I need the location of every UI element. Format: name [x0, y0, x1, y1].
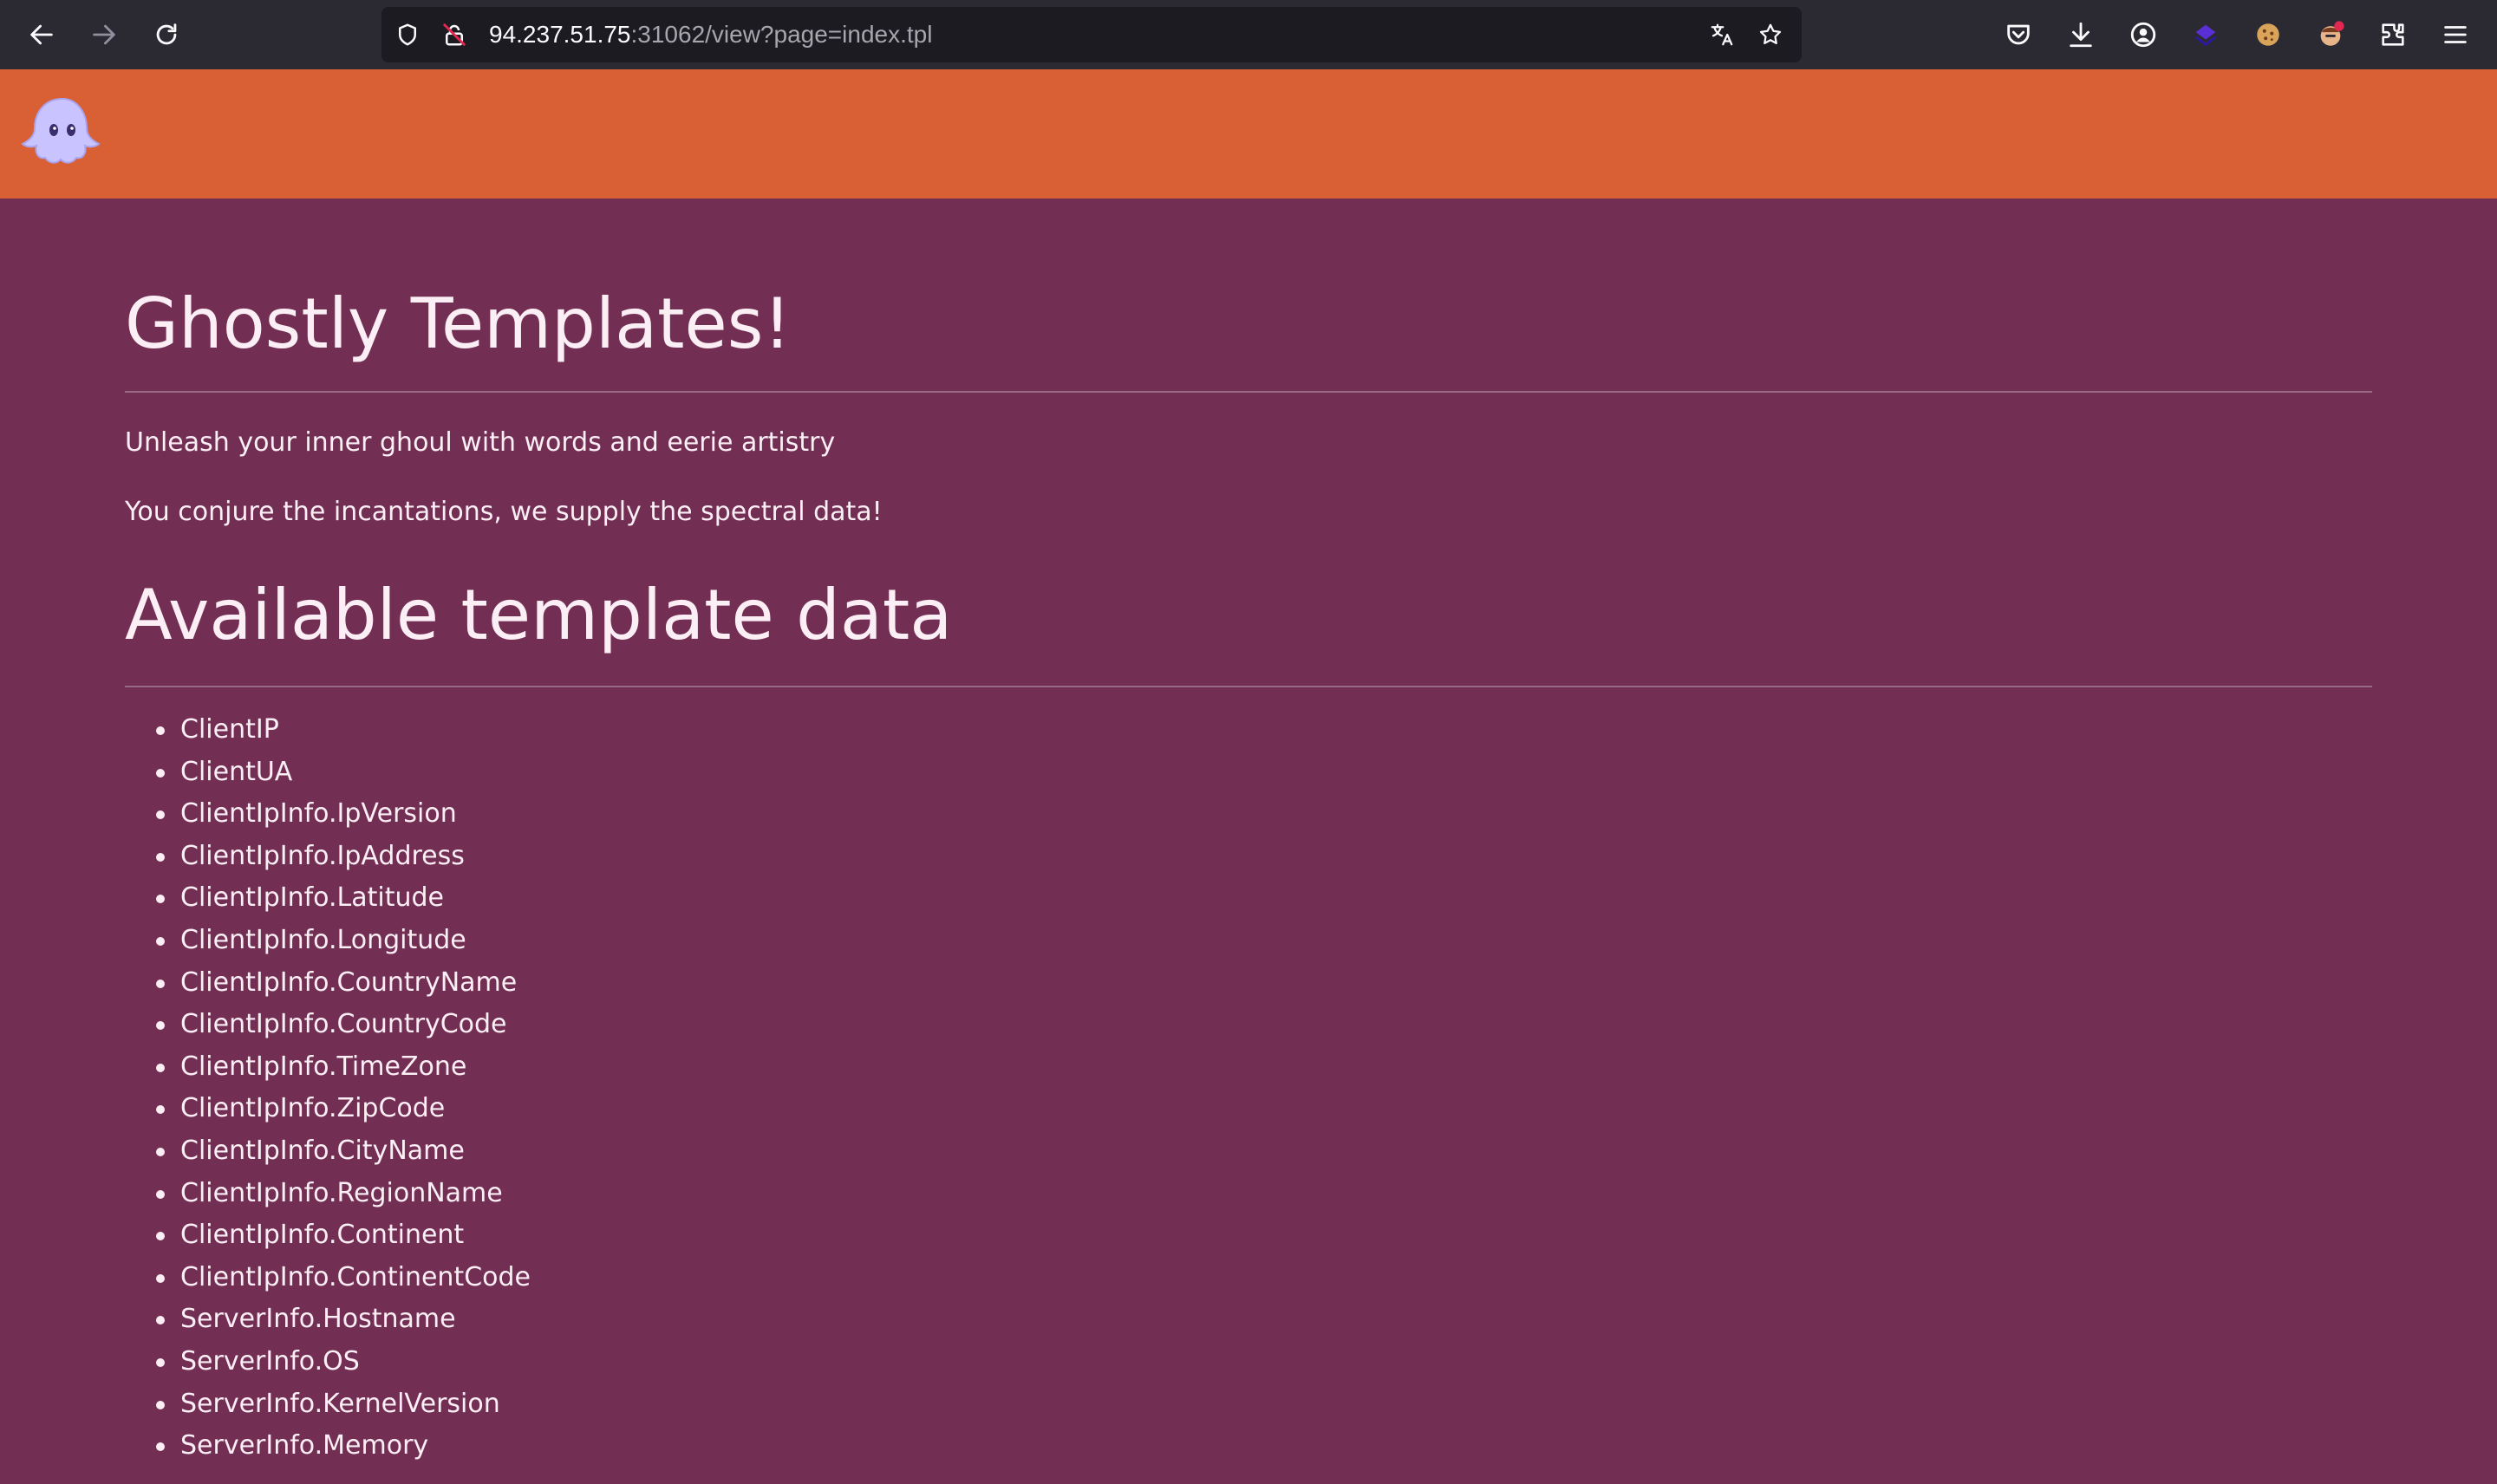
- list-item-label: ClientIpInfo.ContinentCode: [180, 1261, 531, 1292]
- bullet-icon: [156, 1147, 165, 1156]
- bullet-icon: [156, 979, 165, 988]
- list-item: ClientIpInfo.Latitude: [125, 881, 531, 923]
- bookmark-star-icon[interactable]: [1757, 21, 1784, 49]
- list-item: ClientIpInfo.RegionName: [125, 1176, 531, 1219]
- section-title: Available template data: [125, 575, 953, 655]
- list-item: ClientIpInfo.CountryName: [125, 966, 531, 1008]
- avatar-extension-icon[interactable]: [2313, 17, 2348, 52]
- list-item-label: ClientIpInfo.Latitude: [180, 882, 444, 914]
- bullet-icon: [156, 1105, 165, 1115]
- extension-icon[interactable]: [2188, 17, 2223, 52]
- page-title: Ghostly Templates!: [125, 283, 792, 364]
- list-item-label: ClientUA: [180, 756, 293, 787]
- list-item-label: ClientIpInfo.CountryCode: [180, 1009, 507, 1040]
- list-item: ClientIpInfo.ZipCode: [125, 1091, 531, 1134]
- shield-icon[interactable]: [394, 21, 421, 49]
- bullet-icon: [156, 1442, 165, 1452]
- bullet-icon: [156, 936, 165, 946]
- browser-toolbar: 94.237.51.75:31062/view?page=index.tpl: [0, 0, 2497, 69]
- list-item-label: ClientIpInfo.CityName: [180, 1135, 465, 1166]
- list-item-label: ClientIpInfo.RegionName: [180, 1177, 503, 1208]
- list-item: ClientIpInfo.Continent: [125, 1218, 531, 1260]
- list-item-label: ClientIP: [180, 714, 279, 745]
- bullet-icon: [156, 1189, 165, 1199]
- back-icon[interactable]: [24, 17, 59, 52]
- list-item-label: ClientIpInfo.IpVersion: [180, 798, 457, 830]
- pocket-icon[interactable]: [2001, 17, 2036, 52]
- url-bar[interactable]: 94.237.51.75:31062/view?page=index.tpl: [381, 7, 1802, 62]
- list-item: ClientIpInfo.Longitude: [125, 923, 531, 966]
- account-icon[interactable]: [2126, 17, 2161, 52]
- bullet-icon: [156, 852, 165, 862]
- bullet-icon: [156, 1400, 165, 1409]
- list-item: ClientIpInfo.CountryCode: [125, 1007, 531, 1050]
- list-item: ClientIpInfo.IpVersion: [125, 797, 531, 839]
- forward-icon[interactable]: [87, 17, 121, 52]
- list-item: ServerInfo.OS: [125, 1344, 531, 1387]
- list-item-label: ClientIpInfo.ZipCode: [180, 1093, 446, 1124]
- bullet-icon: [156, 810, 165, 820]
- menu-icon[interactable]: [2438, 17, 2473, 52]
- tagline-primary: Unleash your inner ghoul with words and …: [125, 427, 836, 458]
- section-divider: [125, 686, 2372, 687]
- url-text[interactable]: 94.237.51.75:31062/view?page=index.tpl: [489, 7, 932, 62]
- bullet-icon: [156, 1232, 165, 1241]
- template-data-list: ClientIP ClientUA ClientIpInfo.IpVersion Cl…: [125, 713, 531, 1471]
- list-item-label: ClientIpInfo.CountryName: [180, 967, 518, 998]
- bullet-icon: [156, 1063, 165, 1072]
- reload-icon[interactable]: [149, 17, 184, 52]
- list-item-label: ServerInfo.KernelVersion: [180, 1388, 500, 1419]
- ghost-icon[interactable]: [17, 94, 108, 177]
- list-item-label: ClientIpInfo.IpAddress: [180, 840, 465, 871]
- bullet-icon: [156, 1316, 165, 1325]
- list-item: ClientIP: [125, 713, 531, 755]
- url-host: 94.237.51.75: [489, 21, 631, 48]
- site-header: [0, 69, 2497, 199]
- bullet-icon: [156, 1357, 165, 1367]
- title-divider: [125, 391, 2372, 393]
- list-item-label: ClientIpInfo.Continent: [180, 1220, 465, 1251]
- list-item: ClientIpInfo.TimeZone: [125, 1050, 531, 1092]
- list-item: ClientUA: [125, 755, 531, 797]
- translate-icon[interactable]: [1708, 21, 1736, 49]
- list-item: ClientIpInfo.ContinentCode: [125, 1260, 531, 1303]
- list-item-label: ServerInfo.Memory: [180, 1430, 429, 1461]
- bullet-icon: [156, 726, 165, 735]
- tagline-secondary: You conjure the incantations, we supply …: [125, 497, 883, 527]
- bullet-icon: [156, 1273, 165, 1283]
- bullet-icon: [156, 1021, 165, 1031]
- list-item: ServerInfo.Memory: [125, 1429, 531, 1471]
- insecure-lock-icon[interactable]: [440, 21, 468, 49]
- url-path: :31062/view?page=index.tpl: [630, 21, 933, 48]
- cookie-icon[interactable]: [2251, 17, 2285, 52]
- list-item: ClientIpInfo.IpAddress: [125, 839, 531, 882]
- list-item-label: ClientIpInfo.Longitude: [180, 924, 466, 955]
- list-item-label: ClientIpInfo.TimeZone: [180, 1051, 467, 1082]
- list-item: ServerInfo.Hostname: [125, 1302, 531, 1344]
- bullet-icon: [156, 768, 165, 778]
- extensions-puzzle-icon[interactable]: [2376, 17, 2410, 52]
- bullet-icon: [156, 895, 165, 904]
- download-icon[interactable]: [2063, 17, 2098, 52]
- list-item: ServerInfo.KernelVersion: [125, 1387, 531, 1429]
- list-item-label: ServerInfo.OS: [180, 1345, 360, 1377]
- list-item-label: ServerInfo.Hostname: [180, 1304, 456, 1335]
- list-item: ClientIpInfo.CityName: [125, 1134, 531, 1176]
